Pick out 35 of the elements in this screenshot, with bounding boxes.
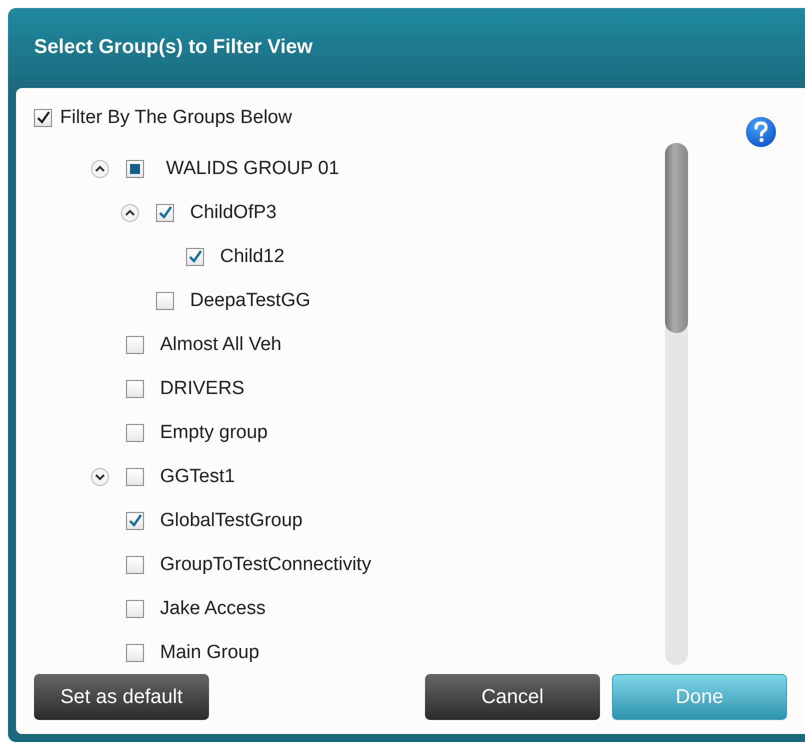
group-label: Almost All Veh — [160, 334, 282, 356]
group-label: DRIVERS — [160, 378, 244, 400]
checkbox[interactable] — [186, 248, 204, 266]
checkbox[interactable] — [126, 160, 144, 178]
checkbox[interactable] — [126, 600, 144, 618]
scrollbar-track[interactable] — [665, 143, 688, 665]
help-icon[interactable] — [745, 116, 777, 148]
checkbox[interactable] — [126, 512, 144, 530]
group-label: DeepaTestGG — [190, 290, 310, 312]
dialog-title: Select Group(s) to Filter View — [33, 35, 314, 60]
checkbox[interactable] — [156, 204, 174, 222]
group-label: WALIDS GROUP 01 — [166, 158, 340, 180]
group-label: Main Group — [160, 642, 260, 664]
checkbox[interactable] — [34, 109, 52, 127]
checkbox[interactable] — [126, 380, 144, 398]
checkbox[interactable] — [126, 424, 144, 442]
toggle-icon[interactable] — [90, 467, 110, 487]
toggle-icon[interactable] — [120, 203, 140, 223]
set-default-button[interactable]: Set as default — [34, 674, 209, 720]
toggle-icon[interactable] — [90, 159, 110, 179]
group-label: Child12 — [220, 246, 284, 268]
scrollbar-thumb[interactable] — [665, 143, 688, 333]
checkbox[interactable] — [126, 468, 144, 486]
group-label: GGTest1 — [160, 466, 235, 488]
checkbox[interactable] — [126, 336, 144, 354]
group-label: GroupToTestConnectivity — [160, 554, 372, 576]
checkbox[interactable] — [126, 644, 144, 662]
filter-label: Filter By The Groups Below — [60, 107, 292, 129]
group-label: Empty group — [160, 422, 268, 444]
checkbox[interactable] — [156, 292, 174, 310]
group-label: ChildOfP3 — [190, 202, 277, 224]
group-label: GlobalTestGroup — [160, 510, 303, 532]
group-label: Jake Access — [160, 598, 266, 620]
cancel-button[interactable]: Cancel — [425, 674, 600, 720]
checkbox[interactable] — [126, 556, 144, 574]
